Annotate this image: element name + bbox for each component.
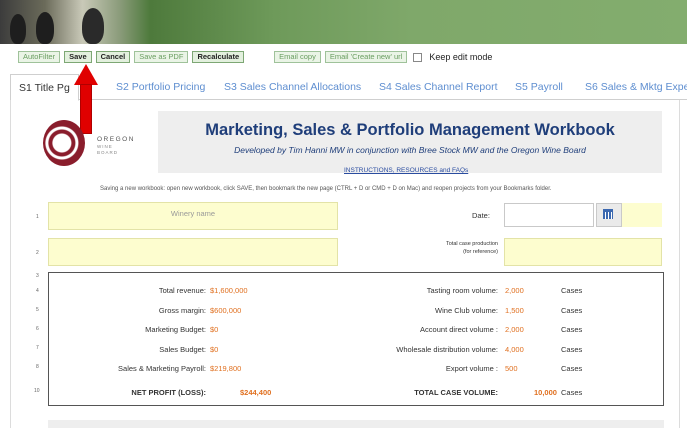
row-number: 8: [36, 364, 39, 370]
logo-subtext-wine: WINE: [97, 144, 113, 149]
wine-club-value: 1,500: [505, 306, 524, 315]
total-case-volume-unit: Cases: [561, 388, 583, 397]
keep-edit-mode-label: Keep edit mode: [429, 52, 493, 62]
title-box: Marketing, Sales & Portfolio Management …: [158, 111, 662, 173]
payroll-value: $219,800: [210, 364, 242, 373]
sheet-tabs: S1 Title Pg S2 Portfolio Pricing S3 Sale…: [10, 74, 687, 101]
total-revenue-value: $1,600,000: [210, 286, 248, 295]
calendar-icon: [603, 209, 613, 219]
export-unit: Cases: [561, 364, 583, 373]
row-number: 4: [36, 288, 39, 294]
email-copy-button[interactable]: Email copy: [274, 51, 321, 63]
account-direct-value: 2,000: [505, 325, 524, 334]
tab-s5-payroll[interactable]: S5 Payroll: [515, 74, 563, 100]
row-number: 2: [36, 250, 39, 256]
net-profit-label: NET PROFIT (LOSS):: [131, 388, 206, 397]
net-profit-value: $244,400: [240, 388, 272, 397]
export-value: 500: [505, 364, 518, 373]
oregon-wine-board-logo: OREGON WINE BOARD: [43, 120, 153, 170]
export-label: Export volume :: [445, 364, 498, 373]
wine-club-label: Wine Club volume:: [435, 306, 498, 315]
next-section-strip: [48, 420, 664, 428]
row-number: 7: [36, 345, 39, 351]
row-number: 6: [36, 326, 39, 332]
row-number: 3: [36, 273, 39, 279]
marketing-budget-label: Marketing Budget:: [145, 325, 206, 334]
row2-input[interactable]: [48, 238, 338, 266]
total-revenue-label: Total revenue:: [158, 286, 206, 295]
account-direct-unit: Cases: [561, 325, 583, 334]
sales-budget-label: Sales Budget:: [159, 345, 206, 354]
date-cell-fill: [622, 203, 662, 227]
date-label: Date:: [472, 211, 490, 220]
email-create-new-url-button[interactable]: Email 'Create new' url: [324, 51, 408, 63]
tasting-room-unit: Cases: [561, 286, 583, 295]
payroll-label: Sales & Marketing Payroll:: [118, 364, 206, 373]
wine-club-unit: Cases: [561, 306, 583, 315]
tasting-room-label: Tasting room volume:: [426, 286, 498, 295]
logo-subtext-board: BOARD: [97, 150, 119, 155]
gross-margin-value: $600,000: [210, 306, 242, 315]
total-case-volume-label: TOTAL CASE VOLUME:: [414, 388, 498, 397]
instructions-link[interactable]: INSTRUCTIONS, RESOURCES and FAQs: [344, 167, 468, 174]
save-as-pdf-button[interactable]: Save as PDF: [134, 51, 189, 63]
recalculate-button[interactable]: Recalculate: [192, 51, 245, 63]
saving-note: Saving a new workbook: open new workbook…: [100, 186, 552, 192]
wholesale-unit: Cases: [561, 345, 583, 354]
red-arrow-head: [74, 64, 98, 85]
tasting-room-value: 2,000: [505, 286, 524, 295]
page-subtitle: Developed by Tim Hanni MW in conjunction…: [234, 145, 586, 155]
total-case-production-label: Total case production (for reference): [446, 241, 498, 255]
save-button[interactable]: Save: [64, 51, 92, 63]
account-direct-label: Account direct volume :: [420, 325, 498, 334]
person-silhouette: [36, 12, 54, 44]
autofilter-button[interactable]: AutoFilter: [18, 51, 61, 63]
gross-margin-label: Gross margin:: [158, 306, 206, 315]
cancel-button[interactable]: Cancel: [95, 51, 131, 63]
winery-name-placeholder: Winery name: [170, 209, 216, 218]
marketing-budget-value: $0: [210, 325, 219, 334]
wholesale-value: 4,000: [505, 345, 524, 354]
banner-photo: [0, 0, 150, 44]
header-banner: [0, 0, 687, 44]
wholesale-label: Wholesale distribution volume:: [396, 345, 498, 354]
row-number: 10: [34, 388, 40, 394]
tab-s2-portfolio-pricing[interactable]: S2 Portfolio Pricing: [116, 74, 205, 100]
total-case-production-input[interactable]: [504, 238, 662, 266]
toolbar: AutoFilter Save Cancel Save as PDF Recal…: [18, 50, 492, 64]
keep-edit-mode-checkbox[interactable]: [413, 52, 423, 62]
sales-budget-value: $0: [210, 345, 219, 354]
row-number: 5: [36, 307, 39, 313]
row-number: 1: [36, 214, 39, 220]
logo-swirl-icon: [43, 120, 85, 166]
tab-s4-sales-channel-report[interactable]: S4 Sales Channel Report: [379, 74, 498, 100]
logo-text: OREGON: [97, 136, 135, 143]
person-silhouette: [82, 8, 104, 44]
tab-s1-title-pg[interactable]: S1 Title Pg: [10, 74, 79, 101]
page-title: Marketing, Sales & Portfolio Management …: [205, 121, 615, 139]
tab-s3-sales-channel-allocations[interactable]: S3 Sales Channel Allocations: [224, 74, 361, 100]
date-input[interactable]: [504, 203, 594, 227]
total-case-volume-value: 10,000: [534, 388, 557, 397]
person-silhouette: [10, 14, 26, 44]
tab-s6-sales-mktg-expenses[interactable]: S6 Sales & Mktg Expe: [585, 74, 687, 100]
